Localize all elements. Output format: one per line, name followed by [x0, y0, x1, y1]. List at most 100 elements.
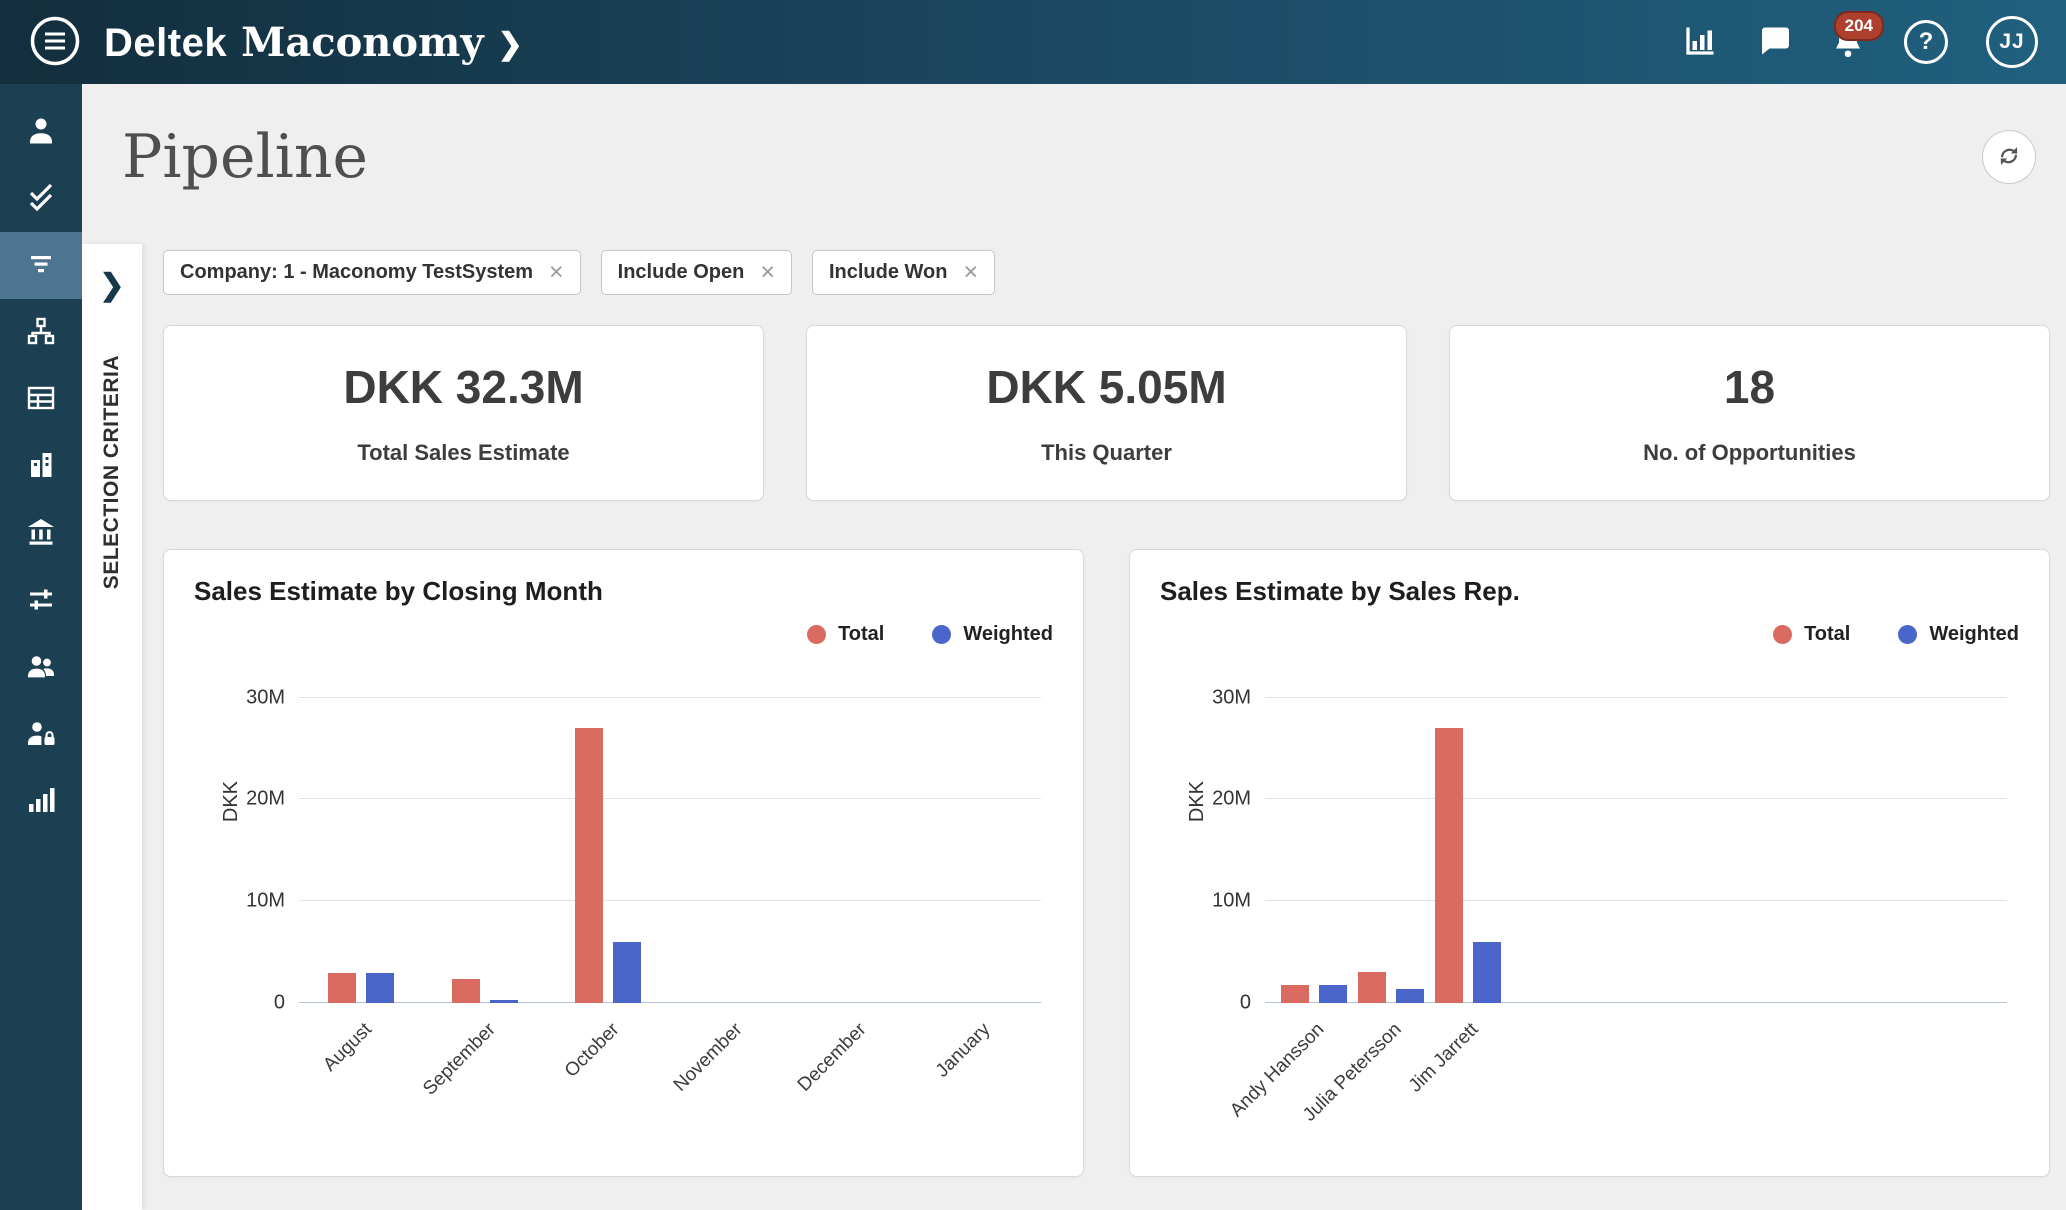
filter-chip-company: Company: 1 - Maconomy TestSystem × — [163, 250, 581, 295]
expand-panel-icon[interactable]: ❯ — [99, 268, 124, 303]
sidebar-item-statistics[interactable] — [0, 768, 82, 835]
x-axis-label: Jim Jarrett — [1405, 1019, 1483, 1097]
remove-filter-icon[interactable]: × — [549, 260, 564, 285]
chat-bubble-icon — [1756, 23, 1792, 62]
chat-button[interactable] — [1756, 23, 1792, 62]
x-axis-label: October — [560, 1019, 623, 1082]
bars-container: Andy HanssonJulia PeterssonJim Jarrett — [1265, 667, 2007, 1003]
bar-chart-icon — [1682, 23, 1718, 62]
filter-chip-label: Include Won — [829, 261, 948, 284]
sidebar-item-company[interactable] — [0, 433, 82, 500]
chart-legend: Total Weighted — [1160, 621, 2019, 647]
buildings-icon — [25, 449, 57, 484]
bar-weighted-julia-petersson[interactable] — [1396, 989, 1424, 1003]
kpi-label: Total Sales Estimate — [357, 440, 569, 466]
filter-chip-label: Include Open — [618, 261, 745, 284]
refresh-button[interactable] — [1982, 130, 2036, 184]
refresh-icon — [1995, 142, 2023, 173]
sidebar-item-access[interactable] — [0, 701, 82, 768]
sidebar-item-tasks[interactable] — [0, 165, 82, 232]
brand-maconomy: Maconomy — [241, 19, 484, 66]
bar-total-september[interactable] — [452, 979, 480, 1003]
bar-total-andy-hansson[interactable] — [1281, 985, 1309, 1003]
kpi-label: No. of Opportunities — [1643, 440, 1856, 466]
sidebar-item-hierarchy[interactable] — [0, 299, 82, 366]
sidebar-item-bank[interactable] — [0, 500, 82, 567]
chart-area: DKK 010M20M30MAugustSeptemberOctoberNove… — [194, 653, 1053, 1131]
legend-item-total[interactable]: Total — [1773, 621, 1850, 647]
bar-weighted-andy-hansson[interactable] — [1319, 985, 1347, 1003]
category-slot: August — [299, 667, 423, 1003]
y-tick-label: 10M — [246, 890, 285, 913]
x-axis-label: November — [670, 1019, 748, 1097]
legend-dot — [1898, 625, 1917, 644]
x-axis-label: September — [419, 1019, 500, 1100]
help-button[interactable]: ? — [1904, 20, 1948, 64]
legend-label: Weighted — [1929, 623, 2019, 646]
sidebar — [0, 84, 82, 1210]
bar-total-october[interactable] — [575, 728, 603, 1003]
page-title: Pipeline — [122, 122, 368, 192]
bar-total-august[interactable] — [328, 973, 356, 1003]
category-slot: January — [917, 667, 1041, 1003]
selection-criteria-label: SELECTION CRITERIA — [100, 355, 124, 589]
kpi-label: This Quarter — [1041, 440, 1172, 466]
sidebar-item-workflow[interactable] — [0, 567, 82, 634]
kpi-total-sales-estimate: DKK 32.3M Total Sales Estimate — [163, 325, 764, 501]
category-slot: October — [546, 667, 670, 1003]
legend-item-weighted[interactable]: Weighted — [932, 621, 1053, 647]
sidebar-item-selection-criteria[interactable] — [0, 232, 82, 299]
selection-criteria-panel[interactable]: ❯ SELECTION CRITERIA — [82, 244, 142, 1210]
page-header: Pipeline — [82, 84, 2066, 244]
legend-item-total[interactable]: Total — [807, 621, 884, 647]
bar-total-jim-jarrett[interactable] — [1435, 728, 1463, 1003]
user-avatar[interactable]: JJ — [1986, 16, 2038, 68]
analytics-button[interactable] — [1682, 23, 1718, 62]
chevron-right-icon: ❯ — [498, 27, 523, 62]
stats-bars-icon — [25, 784, 57, 819]
kpi-value: 18 — [1724, 360, 1775, 414]
chart-sales-by-closing-month: Sales Estimate by Closing Month TotalWei… — [163, 549, 1084, 1177]
top-bar: Deltek Maconomy ❯ — [0, 0, 2066, 84]
category-slot: Andy Hansson — [1275, 667, 1352, 1003]
x-axis-label: August — [319, 1019, 376, 1076]
filter-chips: Company: 1 - Maconomy TestSystem × Inclu… — [163, 250, 2050, 295]
legend-dot — [932, 625, 951, 644]
menu-button[interactable] — [28, 15, 82, 69]
filter-chip-include-open: Include Open × — [601, 250, 792, 295]
y-tick-label: 10M — [1212, 890, 1251, 913]
bar-weighted-september[interactable] — [490, 1000, 518, 1003]
category-slot: December — [794, 667, 918, 1003]
y-tick-label: 0 — [1240, 992, 1251, 1015]
notification-badge: 204 — [1834, 11, 1884, 41]
dashboard-content: Company: 1 - Maconomy TestSystem × Inclu… — [142, 244, 2066, 1210]
legend-label: Total — [838, 623, 884, 646]
chart-title: Sales Estimate by Sales Rep. — [1160, 576, 2019, 607]
x-axis-label: January — [931, 1019, 994, 1082]
bar-weighted-jim-jarrett[interactable] — [1473, 942, 1501, 1003]
brand-logo[interactable]: Deltek Maconomy ❯ — [104, 19, 523, 66]
legend-item-weighted[interactable]: Weighted — [1898, 621, 2019, 647]
kpi-no-of-opportunities: 18 No. of Opportunities — [1449, 325, 2050, 501]
bar-total-julia-petersson[interactable] — [1358, 972, 1386, 1003]
brand-deltek: Deltek — [104, 21, 227, 66]
legend-dot — [1773, 625, 1792, 644]
remove-filter-icon[interactable]: × — [760, 260, 775, 285]
sidebar-item-people[interactable] — [0, 634, 82, 701]
y-tick-label: 20M — [246, 788, 285, 811]
y-tick-label: 30M — [246, 686, 285, 709]
y-tick-label: 30M — [1212, 686, 1251, 709]
table-grid-icon — [25, 382, 57, 417]
bar-weighted-october[interactable] — [613, 942, 641, 1003]
category-slot: September — [423, 667, 547, 1003]
sidebar-item-table[interactable] — [0, 366, 82, 433]
category-slot: November — [670, 667, 794, 1003]
notifications-button[interactable]: 204 — [1830, 23, 1866, 62]
kpi-value: DKK 32.3M — [343, 360, 583, 414]
filter-icon — [25, 248, 57, 283]
bank-icon — [25, 516, 57, 551]
category-slot: Julia Petersson — [1352, 667, 1429, 1003]
sidebar-item-contacts[interactable] — [0, 98, 82, 165]
remove-filter-icon[interactable]: × — [963, 260, 978, 285]
bar-weighted-august[interactable] — [366, 973, 394, 1003]
